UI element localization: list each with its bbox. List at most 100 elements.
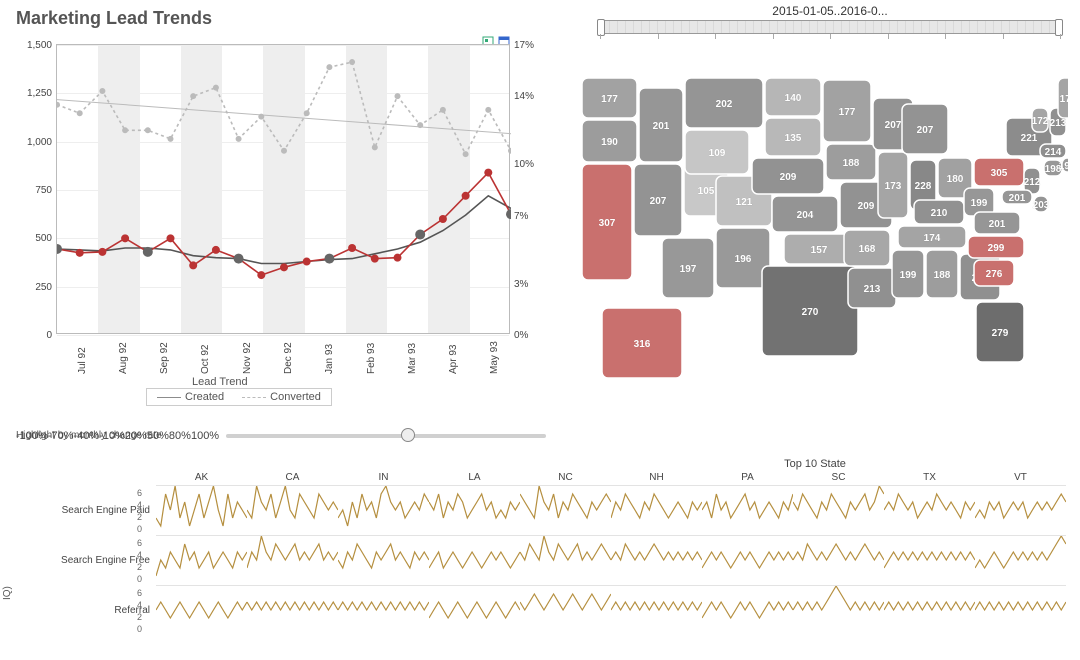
state-value-MT: 202: [716, 99, 733, 110]
state-value-UT: 105: [698, 186, 715, 197]
sm-cell-AK-2[interactable]: [156, 585, 247, 635]
y-right-tick: 10%: [514, 159, 542, 170]
sm-cell-NH-0[interactable]: [611, 485, 702, 535]
state-value-IA: 188: [843, 158, 860, 169]
legend-title: Lead Trend: [192, 376, 248, 388]
sm-cell-PA-0[interactable]: [702, 485, 793, 535]
sm-cell-TX-1[interactable]: [884, 535, 975, 585]
state-value-WA: 177: [601, 94, 618, 105]
state-value-CA: 307: [599, 218, 616, 229]
sm-cell-CA-1[interactable]: [247, 535, 338, 585]
sm-cell-NC-2[interactable]: [520, 585, 611, 635]
x-tick: Sep 92: [159, 342, 170, 374]
state-value-LA: 213: [864, 284, 881, 295]
sm-col-CA: CA: [247, 470, 338, 485]
state-value-MO: 209: [858, 201, 875, 212]
sm-col-SC: SC: [793, 470, 884, 485]
small-multiples-grid: AKCAINLANCNHPASCTXVT Search Engine PaidS…: [16, 470, 1066, 635]
sm-cell-LA-0[interactable]: [429, 485, 520, 535]
x-tick: Mar 93: [407, 343, 418, 374]
state-value-ND: 140: [785, 93, 802, 104]
sm-cell-VT-0[interactable]: [975, 485, 1066, 535]
state-value-MN: 177: [839, 107, 856, 118]
sm-col-TX: TX: [884, 470, 975, 485]
sm-col-IN: IN: [338, 470, 429, 485]
sm-cell-LA-2[interactable]: [429, 585, 520, 635]
sm-cell-NH-1[interactable]: [611, 535, 702, 585]
y-right-tick: 14%: [514, 91, 542, 102]
state-value-VA: 201: [989, 219, 1006, 230]
state-value-IN: 228: [915, 181, 932, 192]
y-right-tick: 17%: [514, 40, 542, 51]
state-value-CO: 121: [736, 197, 753, 208]
sm-cell-SC-2[interactable]: [793, 585, 884, 635]
sm-cell-SC-0[interactable]: [793, 485, 884, 535]
y-left-tick: 750: [18, 185, 52, 196]
us-map[interactable]: 1771903072012071051972021091211961401352…: [562, 48, 1068, 418]
sm-cell-NC-0[interactable]: [520, 485, 611, 535]
state-value-WI: 207: [885, 120, 902, 131]
small-multiples-title: Top 10 State: [560, 458, 1070, 470]
state-value-OK: 157: [811, 245, 828, 256]
chart-plot-area[interactable]: [56, 44, 510, 334]
y-left-tick: 500: [18, 233, 52, 244]
sm-cell-IN-1[interactable]: [338, 535, 429, 585]
sm-cell-TX-2[interactable]: [884, 585, 975, 635]
x-tick: Nov 92: [242, 342, 253, 374]
y-left-tick: 1,000: [18, 137, 52, 148]
sm-cell-VT-2[interactable]: [975, 585, 1066, 635]
sm-cell-TX-0[interactable]: [884, 485, 975, 535]
sm-cell-SC-1[interactable]: [793, 535, 884, 585]
state-value-KY: 210: [931, 208, 948, 219]
sm-cell-PA-1[interactable]: [702, 535, 793, 585]
page-title: Marketing Lead Trends: [16, 8, 212, 29]
x-tick: Dec 92: [283, 342, 294, 374]
state-value-OH: 180: [947, 174, 964, 185]
sm-cell-NH-2[interactable]: [611, 585, 702, 635]
state-value-AZ: 197: [680, 264, 697, 275]
state-value-NC: 299: [988, 243, 1005, 254]
sm-yticks: 6420: [132, 588, 142, 636]
sm-cell-VT-1[interactable]: [975, 535, 1066, 585]
sm-col-AK: AK: [156, 470, 247, 485]
sm-cell-AK-0[interactable]: [156, 485, 247, 535]
sm-col-VT: VT: [975, 470, 1066, 485]
x-tick: Jan 93: [324, 344, 335, 374]
y-left-tick: 1,500: [18, 40, 52, 51]
x-tick: Feb 93: [366, 343, 377, 374]
sm-cell-AK-1[interactable]: [156, 535, 247, 585]
state-value-RI: 194: [1059, 161, 1068, 172]
sm-yticks: 6420: [132, 538, 142, 586]
y-right-tick: 7%: [514, 211, 542, 222]
state-value-FL: 279: [992, 328, 1009, 339]
sm-cell-NC-1[interactable]: [520, 535, 611, 585]
state-value-ID: 201: [653, 121, 670, 132]
x-tick: Apr 93: [448, 345, 459, 374]
date-range-track[interactable]: [600, 20, 1060, 34]
sm-cell-IN-0[interactable]: [338, 485, 429, 535]
state-value-WV: 199: [971, 198, 988, 209]
sm-cell-CA-2[interactable]: [247, 585, 338, 635]
sm-cell-LA-1[interactable]: [429, 535, 520, 585]
state-value-AR: 168: [859, 244, 876, 255]
sm-col-NC: NC: [520, 470, 611, 485]
sm-col-NH: NH: [611, 470, 702, 485]
sm-cell-PA-2[interactable]: [702, 585, 793, 635]
x-tick: Aug 92: [118, 342, 129, 374]
state-value-AL: 188: [934, 270, 951, 281]
sm-cell-IN-2[interactable]: [338, 585, 429, 635]
state-value-TX: 270: [802, 307, 819, 318]
y-right-tick: 0%: [514, 330, 542, 341]
lead-trend-chart: Lead Trend Created Converted 02505007501…: [16, 38, 546, 418]
x-tick: May 93: [489, 341, 500, 374]
state-value-WY: 109: [709, 148, 726, 159]
state-value-SC: 276: [986, 269, 1003, 280]
date-range-slider[interactable]: 2015-01-05..2016-0...: [600, 4, 1060, 44]
state-value-NH: 213: [1050, 118, 1067, 129]
legend-created: Created: [157, 391, 224, 403]
date-range-ticks: [600, 34, 1060, 44]
sm-col-LA: LA: [429, 470, 520, 485]
sm-cell-CA-0[interactable]: [247, 485, 338, 535]
legend-converted: Converted: [242, 391, 321, 403]
state-value-DE: 203: [1033, 200, 1050, 211]
